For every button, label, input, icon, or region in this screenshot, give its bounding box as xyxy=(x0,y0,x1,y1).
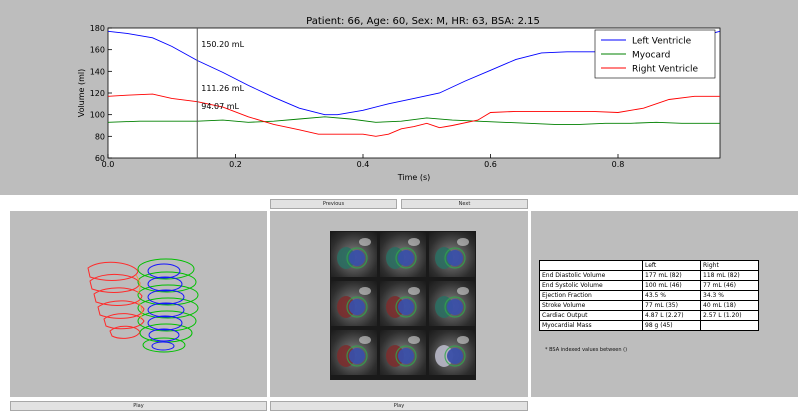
right-value: 34.3 % xyxy=(700,290,759,301)
y-tick-label: 180 xyxy=(90,24,105,33)
table-row: Cardiac Output 4.87 L (2.27) 2.57 L (1.2… xyxy=(539,310,759,321)
row-label: Ejection Fraction xyxy=(539,290,643,301)
table-row: Stroke Volume 77 mL (35) 40 mL (18) xyxy=(539,300,759,311)
left-value: 43.5 % xyxy=(642,290,701,301)
mri-slice-cell[interactable] xyxy=(331,281,377,326)
volume-annotation: 111.26 mL xyxy=(201,84,244,93)
x-tick-label: 0.8 xyxy=(612,160,625,169)
y-tick-label: 140 xyxy=(90,67,105,76)
row-label: End Diastolic Volume xyxy=(539,270,643,281)
chart-title: Patient: 66, Age: 60, Sex: M, HR: 63, BS… xyxy=(306,16,540,27)
right-value xyxy=(700,320,759,331)
legend-label: Myocard xyxy=(632,51,670,61)
y-tick-label: 100 xyxy=(90,111,105,120)
left-value: 177 mL (82) xyxy=(642,270,701,281)
left-value: 4.87 L (2.27) xyxy=(642,310,701,321)
table-row: End Systolic Volume 100 mL (46) 77 mL (4… xyxy=(539,280,759,291)
y-tick-label: 160 xyxy=(90,46,105,55)
right-ventricle-contours xyxy=(87,261,145,339)
mri-slice-cell[interactable] xyxy=(331,330,377,375)
mri-slice-cell[interactable] xyxy=(380,330,426,375)
right-value: 118 mL (82) xyxy=(700,270,759,281)
x-tick-label: 0.6 xyxy=(484,160,497,169)
table-row: Myocardial Mass 98 g (45) xyxy=(539,320,759,331)
header-empty xyxy=(539,260,643,271)
row-label: End Systolic Volume xyxy=(539,280,643,291)
x-axis-label: Time (s) xyxy=(397,173,431,182)
header-left: Left xyxy=(642,260,701,271)
row-label: Cardiac Output xyxy=(539,310,643,321)
chart-legend: Left Ventricle Myocard Right Ventricle xyxy=(594,29,716,79)
y-axis-label: Volume (ml) xyxy=(77,69,86,118)
x-tick-label: 0.2 xyxy=(229,160,242,169)
legend-label: Left Ventricle xyxy=(632,37,692,47)
y-tick-label: 60 xyxy=(95,154,105,163)
legend-label: Right Ventricle xyxy=(632,65,698,75)
mri-slice-cell[interactable] xyxy=(380,232,426,277)
y-tick-label: 80 xyxy=(95,132,105,141)
metrics-table: Left Right End Diastolic Volume 177 mL (… xyxy=(539,260,759,331)
volume-annotation: 150.20 mL xyxy=(201,40,244,49)
left-value: 77 mL (35) xyxy=(642,300,701,311)
myocardium-contours xyxy=(137,258,199,353)
mri-slice-cell[interactable] xyxy=(331,232,377,277)
metrics-panel: Left Right End Diastolic Volume 177 mL (… xyxy=(531,211,798,397)
mri-slice-cell[interactable] xyxy=(429,232,475,277)
contour-3d-panel[interactable] xyxy=(10,211,267,397)
mri-slices-panel[interactable] xyxy=(270,211,528,397)
volume-chart-panel: Patient: 66, Age: 60, Sex: M, HR: 63, BS… xyxy=(0,0,798,195)
header-right: Right xyxy=(700,260,759,271)
row-label: Stroke Volume xyxy=(539,300,643,311)
mri-slice-cell[interactable] xyxy=(380,281,426,326)
left-value: 98 g (45) xyxy=(642,320,701,331)
y-tick-label: 120 xyxy=(90,89,105,98)
table-row: Ejection Fraction 43.5 % 34.3 % xyxy=(539,290,759,301)
mri-slice-cell[interactable] xyxy=(429,330,475,375)
mri-slice-cell[interactable] xyxy=(429,281,475,326)
heart-contour-plot xyxy=(87,258,199,353)
right-value: 40 mL (18) xyxy=(700,300,759,311)
left-ventricle-contours xyxy=(147,263,185,351)
left-value: 100 mL (46) xyxy=(642,280,701,291)
bsa-footnote: * BSA indexed values between () xyxy=(545,347,628,353)
volume-chart: Patient: 66, Age: 60, Sex: M, HR: 63, BS… xyxy=(77,16,721,182)
next-button[interactable]: Next xyxy=(401,199,528,209)
row-label: Myocardial Mass xyxy=(539,320,643,331)
previous-button[interactable]: Previous xyxy=(270,199,397,209)
mri-grid xyxy=(330,231,476,380)
right-value: 2.57 L (1.20) xyxy=(700,310,759,321)
x-tick-label: 0.4 xyxy=(357,160,370,169)
play-contours-button[interactable]: Play xyxy=(10,401,267,411)
right-value: 77 mL (46) xyxy=(700,280,759,291)
table-header-row: Left Right xyxy=(539,260,759,271)
volume-annotation: 94.07 mL xyxy=(201,102,239,111)
table-row: End Diastolic Volume 177 mL (82) 118 mL … xyxy=(539,270,759,281)
play-slices-button[interactable]: Play xyxy=(270,401,528,411)
